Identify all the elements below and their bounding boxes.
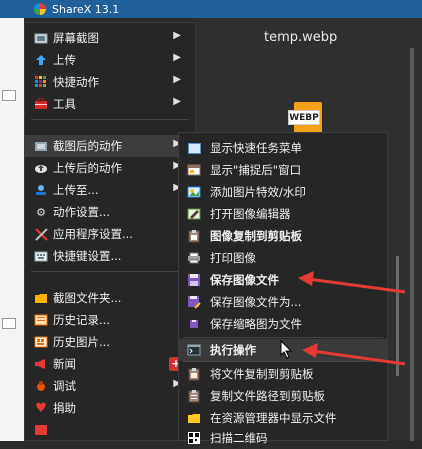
scrollbar[interactable] xyxy=(410,48,414,441)
menu-item-upload[interactable]: 上传 ▶ xyxy=(25,49,195,71)
menu-item-after-upload[interactable]: 上传后的动作▶ xyxy=(25,157,195,179)
submenu-item-show-after-capture-window[interactable]: 显示"捕捉后"窗口 xyxy=(179,159,387,181)
image-editor-icon xyxy=(186,207,202,221)
task-menu-icon xyxy=(186,141,202,155)
submenu-item-scan-qr-code[interactable]: 扫描二维码 xyxy=(179,427,387,449)
menu-item-partial xyxy=(25,419,195,441)
sharex-logo-icon xyxy=(34,3,46,15)
window-icon xyxy=(186,163,202,177)
menu-item-application-settings[interactable]: 应用程序设置... xyxy=(25,223,195,245)
gear-icon: ⚙ xyxy=(36,205,46,219)
folder-icon xyxy=(2,90,16,101)
qr-code-icon xyxy=(186,431,202,445)
keyboard-icon xyxy=(33,249,49,263)
submenu-item-show-quick-task-menu[interactable]: 显示快速任务菜单 xyxy=(179,137,387,159)
submenu-item-save-image-to-file[interactable]: 保存图像文件 xyxy=(179,269,387,291)
submenu-separator xyxy=(183,337,383,338)
menu-item-screenshots-folder[interactable]: 截图文件夹... xyxy=(25,287,195,309)
submenu-arrow-icon: ▶ xyxy=(173,52,181,63)
menu-separator xyxy=(31,271,189,272)
folder-icon xyxy=(2,318,16,329)
heart-icon: ♥ xyxy=(35,400,47,416)
submenu-item-open-image-editor[interactable]: 打开图像编辑器 xyxy=(179,203,387,225)
toolbox-icon xyxy=(33,97,49,111)
megaphone-icon xyxy=(33,357,49,371)
menu-item-after-capture[interactable]: 截图后的动作▶ xyxy=(25,135,195,157)
window-title: ShareX 13.1 xyxy=(52,2,120,16)
save-icon xyxy=(186,273,202,287)
partial-icon xyxy=(33,423,49,437)
effects-icon xyxy=(186,185,202,199)
menu-item-upload-to[interactable]: 上传至...▶ xyxy=(25,179,195,201)
menu-item-news[interactable]: 新闻 + xyxy=(25,353,195,375)
background-explorer-strip xyxy=(0,18,24,441)
copy-file-icon xyxy=(186,367,202,381)
save-as-icon xyxy=(186,295,202,309)
menu-item-debug[interactable]: 调试▶ xyxy=(25,375,195,397)
submenu-item-print-image[interactable]: 打印图像 xyxy=(179,247,387,269)
thumbnail-icon xyxy=(186,317,202,331)
submenu-item-copy-image-to-clipboard[interactable]: 图像复制到剪贴板 xyxy=(179,225,387,247)
title-bar: ShareX 13.1 xyxy=(0,0,422,18)
upload-destination-icon xyxy=(33,183,49,197)
preview-filename: temp.webp xyxy=(264,30,338,45)
menu-item-tools[interactable]: 工具 ▶ xyxy=(25,93,195,115)
divider xyxy=(396,256,399,376)
menu-item-donate[interactable]: ♥ 捐助 xyxy=(25,397,195,419)
menu-item-screenshot[interactable]: 屏幕截图 ▶ xyxy=(25,27,195,49)
menu-item-quick-actions[interactable]: 快捷动作 ▶ xyxy=(25,71,195,93)
cloud-upload-icon xyxy=(33,161,49,175)
submenu-item-copy-file-path[interactable]: 复制文件路径到剪贴板 xyxy=(179,385,387,407)
submenu-item-show-in-explorer[interactable]: 在资源管理器中显示文件 xyxy=(179,407,387,429)
menu-item-history[interactable]: 历史记录... xyxy=(25,309,195,331)
quick-actions-icon xyxy=(33,75,49,89)
bug-icon xyxy=(33,379,49,393)
menu-item-image-history[interactable]: 历史图片... xyxy=(25,331,195,353)
explorer-folder-icon xyxy=(186,411,202,425)
after-capture-icon xyxy=(33,139,49,153)
submenu-arrow-icon: ▶ xyxy=(173,96,181,107)
submenu-item-save-image-as[interactable]: 保存图像文件为... xyxy=(179,291,387,313)
webp-file-icon: WEBP xyxy=(288,102,324,136)
submenu-item-save-thumbnail[interactable]: 保存缩略图为文件 xyxy=(179,313,387,335)
terminal-icon xyxy=(186,343,202,357)
tray-context-menu: 屏幕截图▶ 上传▶ 快捷动作▶ 工具▶ 截图后的动作▶ 上传后的动作▶ 上传至.… xyxy=(24,22,196,441)
submenu-item-add-image-effects[interactable]: 添加图片特效/水印 xyxy=(179,181,387,203)
menu-separator xyxy=(31,119,189,120)
history-icon xyxy=(33,313,49,327)
printer-icon xyxy=(186,251,202,265)
submenu-separator xyxy=(183,361,383,362)
submenu-item-copy-file-to-clipboard[interactable]: 将文件复制到剪贴板 xyxy=(179,363,387,385)
submenu-arrow-icon: ▶ xyxy=(173,30,181,41)
image-history-icon xyxy=(33,335,49,349)
after-capture-submenu: 显示快速任务菜单 显示"捕捉后"窗口 添加图片特效/水印 打开图像编辑器 图像复… xyxy=(178,132,388,445)
mouse-cursor-icon xyxy=(280,340,293,359)
tools-icon xyxy=(33,227,49,241)
webp-badge: WEBP xyxy=(288,110,320,125)
submenu-arrow-icon: ▶ xyxy=(173,74,181,85)
menu-item-hotkey-settings[interactable]: 快捷键设置... xyxy=(25,245,195,267)
upload-arrow-icon xyxy=(33,53,49,67)
screenshot-icon xyxy=(33,31,49,45)
copy-path-icon xyxy=(186,389,202,403)
clipboard-image-icon xyxy=(186,229,202,243)
menu-item-task-settings[interactable]: ⚙ 动作设置... xyxy=(25,201,195,223)
folder-icon xyxy=(33,291,49,305)
